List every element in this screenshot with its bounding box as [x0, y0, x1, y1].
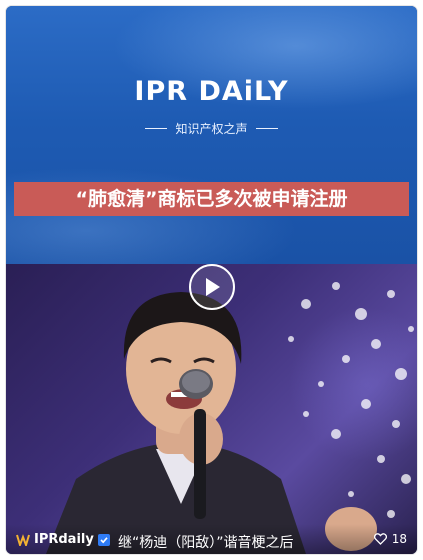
play-icon — [206, 278, 220, 296]
tagline-divider-right — [255, 128, 278, 129]
logo-icon — [16, 533, 30, 546]
like-count: 18 — [391, 532, 407, 546]
account-info[interactable]: IPRdaily — [16, 532, 110, 547]
like-button[interactable]: 18 — [373, 532, 407, 546]
brand-tagline: 知识产权之声 — [6, 120, 417, 137]
tagline-divider-left — [145, 128, 168, 129]
verified-check-icon — [97, 533, 110, 546]
video-footer: IPRdaily 继“杨迪（阳敌）”谐音梗之后 18 — [6, 524, 417, 554]
cover-banner: IPR DAiLY 知识产权之声 “肺愈清”商标已多次被申请注册 — [6, 6, 417, 264]
headline-bar: “肺愈清”商标已多次被申请注册 — [14, 182, 409, 216]
headline-text: “肺愈清”商标已多次被申请注册 — [75, 188, 348, 210]
play-button[interactable] — [189, 264, 235, 310]
tagline-text: 知识产权之声 — [175, 122, 248, 136]
account-name: IPRdaily — [34, 532, 94, 547]
video-card[interactable]: IPR DAiLY 知识产权之声 “肺愈清”商标已多次被申请注册 IPRdail… — [6, 6, 417, 554]
video-caption: 继“杨迪（阳敌）”谐音梗之后 — [118, 535, 294, 551]
heart-icon — [373, 533, 387, 545]
brand-logo: IPR DAiLY — [134, 76, 289, 107]
